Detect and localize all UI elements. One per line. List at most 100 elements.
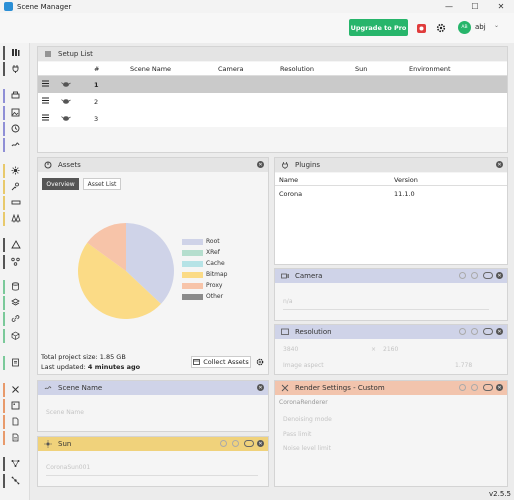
collect-assets-button[interactable]: Collect Assets — [191, 356, 251, 368]
info-icon[interactable] — [220, 440, 227, 447]
sidebar-item-notes[interactable] — [3, 356, 28, 370]
col-header[interactable]: # — [94, 65, 99, 73]
render-engine-icon[interactable] — [415, 22, 427, 34]
close-panel-button[interactable]: ✕ — [496, 272, 503, 279]
tab-asset-list[interactable]: Asset List — [83, 178, 121, 190]
legend-swatch — [182, 260, 203, 267]
width-field[interactable]: 3840 — [283, 346, 298, 353]
upgrade-button[interactable]: Upgrade to Pro — [349, 19, 408, 36]
chevron-down-icon[interactable]: ⌄ — [494, 22, 499, 29]
col-header[interactable]: Sun — [355, 65, 367, 73]
lock-icon[interactable] — [232, 440, 239, 447]
sidebar-item-environment[interactable] — [3, 196, 28, 210]
sidebar-item-objects[interactable] — [3, 329, 28, 343]
resolution-header: Resolution ✕ — [275, 325, 507, 339]
sidebar-item-render-output[interactable] — [3, 399, 28, 413]
scene-name-field[interactable]: Scene Name — [46, 409, 84, 416]
info-icon[interactable] — [459, 384, 466, 391]
camera-panel: Camera ✕ n/a — [274, 268, 508, 321]
sidebar-item-library[interactable] — [3, 46, 28, 60]
sidebar-item-file[interactable] — [3, 415, 28, 429]
sidebar-item-geometry[interactable] — [3, 238, 28, 252]
col-header[interactable]: Version — [394, 176, 418, 184]
info-icon[interactable] — [459, 272, 466, 279]
height-field[interactable]: 2160 — [383, 346, 398, 353]
settings-gear-icon[interactable] — [435, 22, 447, 34]
last-updated-label: Last updated: — [41, 363, 86, 371]
user-avatar[interactable]: AB — [458, 21, 471, 34]
lock-icon[interactable] — [471, 384, 478, 391]
table-row[interactable]: 1 — [38, 76, 507, 93]
legend-item: Proxy — [182, 282, 222, 289]
col-header[interactable]: Scene Name — [130, 65, 171, 73]
legend-item: Cache — [182, 260, 225, 267]
col-header[interactable]: Name — [279, 176, 298, 184]
camera-icon — [281, 272, 289, 280]
enable-toggle[interactable] — [483, 384, 493, 391]
panel-title: Render Settings - Custom — [295, 384, 385, 392]
close-panel-button[interactable]: ✕ — [257, 161, 264, 168]
app-logo-icon — [4, 2, 13, 11]
denoising-field[interactable]: Denoising mode — [283, 416, 332, 423]
sidebar-item-image[interactable] — [3, 106, 28, 120]
user-name[interactable]: abj — [475, 23, 486, 31]
sidebar-item-print[interactable] — [3, 89, 28, 103]
legend-item: XRef — [182, 249, 220, 256]
close-panel-button[interactable]: ✕ — [496, 384, 503, 391]
lock-icon[interactable] — [471, 328, 478, 335]
legend-swatch — [182, 238, 203, 245]
left-sidebar — [0, 43, 30, 500]
hamburger-icon[interactable] — [42, 97, 49, 106]
panel-title: Sun — [58, 440, 72, 448]
sidebar-item-links[interactable] — [3, 312, 28, 326]
close-window-button[interactable]: ✕ — [488, 0, 514, 13]
enable-toggle[interactable] — [483, 272, 493, 279]
col-header[interactable]: Environment — [409, 65, 451, 73]
noise-limit-field[interactable]: Noise level limit — [283, 445, 331, 452]
sidebar-item-graph[interactable] — [3, 457, 28, 471]
sidebar-item-network[interactable] — [3, 474, 28, 488]
enable-toggle[interactable] — [483, 328, 493, 335]
table-row[interactable]: 2 — [38, 93, 507, 110]
plugins-panel: Plugins ✕ Name Version Corona 11.1.0 — [274, 157, 508, 265]
col-header[interactable]: Camera — [218, 65, 244, 73]
legend-label: Bitmap — [206, 271, 228, 278]
sidebar-item-history[interactable] — [3, 122, 28, 136]
sidebar-item-layers[interactable] — [3, 296, 28, 310]
enable-toggle[interactable] — [244, 440, 254, 447]
table-row[interactable]: 3 — [38, 110, 507, 127]
hamburger-icon[interactable] — [42, 80, 49, 89]
pass-limit-field[interactable]: Pass limit — [283, 431, 311, 438]
table-row[interactable]: Corona 11.1.0 — [275, 186, 507, 202]
sidebar-item-plugins[interactable] — [3, 62, 28, 76]
aspect-value[interactable]: 1.778 — [455, 362, 472, 369]
panel-title: Resolution — [295, 328, 332, 336]
lock-icon[interactable] — [471, 272, 478, 279]
path-icon — [11, 140, 20, 151]
maximize-button[interactable]: ☐ — [462, 0, 488, 13]
plugins-header: Plugins ✕ — [275, 158, 507, 172]
window-title: Scene Manager — [17, 2, 72, 11]
sidebar-item-trees[interactable] — [3, 212, 28, 226]
sun-object-field[interactable]: CoronaSun001 — [46, 464, 90, 471]
sidebar-item-sun[interactable] — [3, 164, 28, 178]
col-header[interactable]: Resolution — [280, 65, 314, 73]
close-panel-button[interactable]: ✕ — [496, 161, 503, 168]
sidebar-item-render-settings[interactable] — [3, 383, 28, 397]
info-icon[interactable] — [459, 328, 466, 335]
sidebar-item-sun-person[interactable] — [3, 180, 28, 194]
tab-overview[interactable]: Overview — [42, 178, 79, 190]
hamburger-icon[interactable] — [42, 114, 49, 123]
close-panel-button[interactable]: ✕ — [257, 384, 264, 391]
assets-settings-gear-icon[interactable] — [254, 356, 266, 368]
link-icon — [11, 314, 20, 325]
sidebar-item-stack[interactable] — [3, 280, 28, 294]
sidebar-item-nodes[interactable] — [3, 255, 28, 269]
sidebar-item-path[interactable] — [3, 138, 28, 152]
sidebar-item-file-text[interactable] — [3, 431, 28, 445]
legend-item: Bitmap — [182, 271, 227, 278]
pie-chart-icon — [44, 161, 52, 169]
close-panel-button[interactable]: ✕ — [257, 440, 264, 447]
close-panel-button[interactable]: ✕ — [496, 328, 503, 335]
minimize-button[interactable]: — — [436, 0, 462, 13]
